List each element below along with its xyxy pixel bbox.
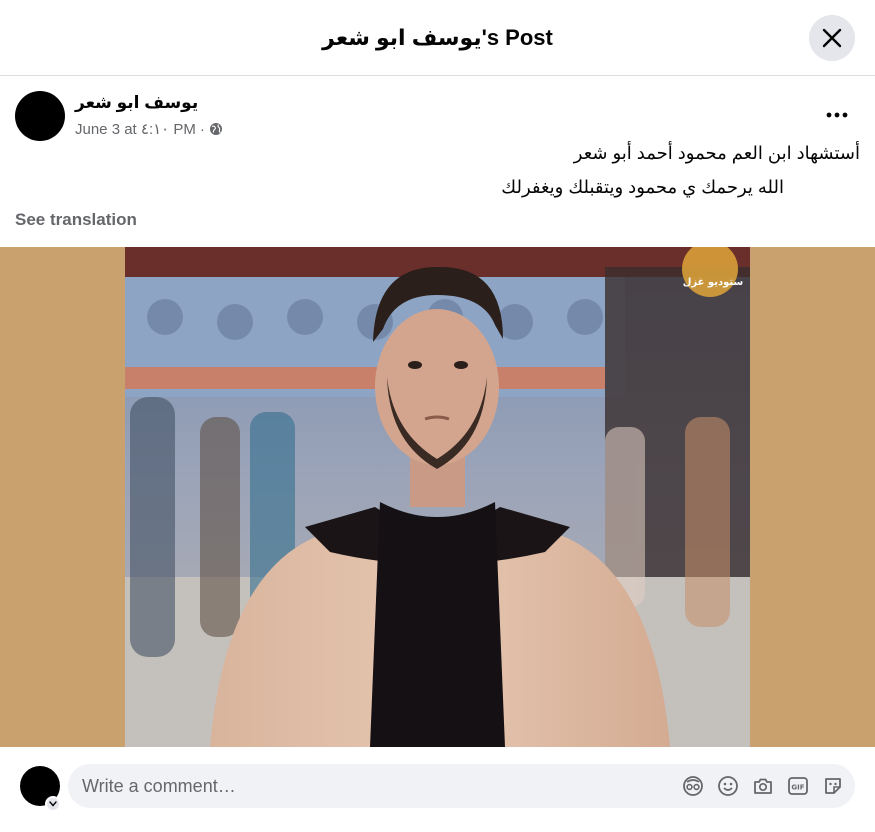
comment-bar: GIF	[0, 747, 875, 832]
more-icon	[826, 112, 848, 118]
post-text-line-1: أستشهاد ابن العم محمود أحمد أبو شعر	[573, 143, 860, 163]
globe-icon	[209, 123, 222, 135]
post-text-line-2: الله يرحمك ي محمود ويتقبلك ويغفرلك	[501, 177, 784, 197]
camera-icon[interactable]	[751, 774, 775, 798]
more-options-button[interactable]	[822, 101, 852, 129]
post-media: ستوديو غزل	[0, 247, 875, 747]
comment-tools: GIF	[681, 774, 845, 798]
close-button[interactable]	[809, 15, 855, 61]
author-avatar[interactable]	[15, 91, 65, 141]
chevron-down-icon	[49, 801, 57, 807]
svg-text:GIF: GIF	[791, 784, 804, 792]
meta-separator: ·	[199, 120, 205, 138]
comment-input-box[interactable]: GIF	[68, 764, 855, 808]
post-text: أستشهاد ابن العم محمود أحمد أبو شعر الله…	[15, 136, 860, 204]
dialog-header: يوسف ابو شعر's Post	[0, 0, 875, 76]
see-translation-link[interactable]: See translation	[15, 210, 137, 230]
avatar-sticker-icon[interactable]	[681, 774, 705, 798]
emoji-icon[interactable]	[716, 774, 740, 798]
photo-watermark: ستوديو غزل	[683, 277, 744, 288]
comment-input[interactable]	[82, 775, 642, 797]
author-name[interactable]: يوسف ابو شعر	[75, 93, 198, 113]
close-icon	[822, 28, 842, 48]
post-photo[interactable]: ستوديو غزل	[125, 247, 750, 747]
gif-icon[interactable]: GIF	[786, 774, 810, 798]
profile-switch-button[interactable]	[45, 796, 61, 812]
photo-illustration: ستوديو غزل	[125, 247, 750, 747]
dialog-title: يوسف ابو شعر's Post	[322, 24, 553, 50]
sticker-icon[interactable]	[821, 774, 845, 798]
